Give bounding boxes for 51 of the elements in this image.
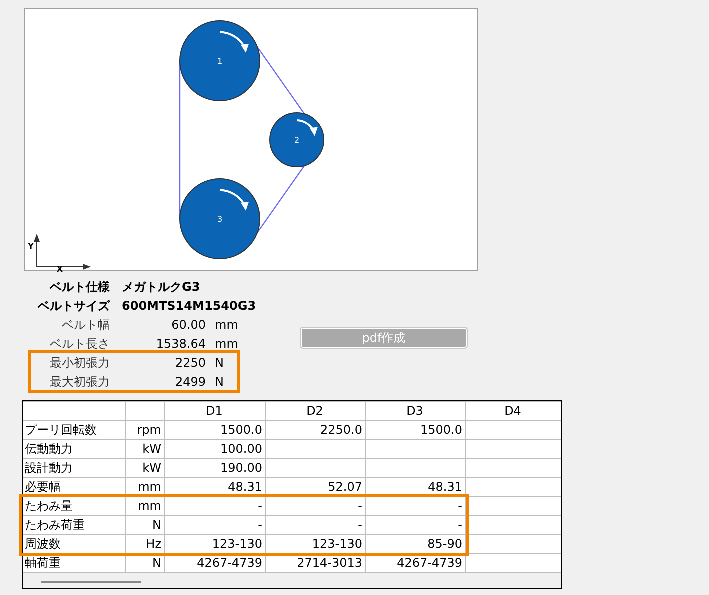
unit-label: mm bbox=[215, 316, 238, 334]
row-label: 必要幅 bbox=[23, 478, 125, 496]
spec-label: ベルト幅 bbox=[61, 316, 110, 334]
column-header: D2 bbox=[265, 402, 365, 420]
column-header: D4 bbox=[465, 402, 561, 420]
row-label: 設計動力 bbox=[23, 458, 125, 478]
table-cell: - bbox=[265, 516, 365, 534]
table-cell: 1500.0 bbox=[365, 420, 465, 440]
table-cell: 1500.0 bbox=[164, 420, 265, 440]
spec-label: 最大初張力 bbox=[49, 374, 110, 390]
row-label: 周波数 bbox=[23, 534, 125, 554]
row-label: プーリ回転数 bbox=[23, 420, 125, 440]
unit-label: N bbox=[215, 354, 224, 372]
spec-value: 2250 bbox=[174, 354, 206, 372]
pulley-number: 2 bbox=[294, 136, 300, 145]
spec-label: ベルトサイズ bbox=[36, 298, 110, 314]
unit-label: N bbox=[125, 516, 164, 534]
axis-label: Y bbox=[28, 242, 34, 251]
table-cell: - bbox=[164, 516, 265, 534]
pulley bbox=[270, 112, 324, 168]
spec-value: 1538.64 bbox=[155, 336, 206, 352]
unit-label: kW bbox=[125, 440, 164, 458]
unit-label: kW bbox=[125, 458, 164, 478]
unit-label: N bbox=[215, 374, 224, 390]
table-cell: - bbox=[365, 516, 465, 534]
pulley-number: 3 bbox=[217, 215, 223, 224]
row-label: 伝動動力 bbox=[23, 440, 125, 458]
table-cell: 190.00 bbox=[164, 458, 265, 478]
axis-label: X bbox=[56, 265, 64, 272]
row-label: たわみ荷重 bbox=[23, 516, 125, 534]
column-header: D1 bbox=[164, 402, 265, 420]
spec-label: 最小初張力 bbox=[49, 354, 110, 372]
table-cell: - bbox=[265, 496, 365, 516]
horizontal-scrollbar[interactable] bbox=[23, 573, 561, 588]
spec-label: ベルト仕様 bbox=[48, 278, 110, 296]
axes-icon bbox=[34, 234, 91, 270]
table-cell: 100.00 bbox=[164, 440, 265, 458]
spec-value: メガトルクG3 bbox=[122, 278, 200, 296]
pulley-number: 1 bbox=[217, 57, 223, 66]
unit-label: rpm bbox=[125, 420, 164, 440]
spec-value: 600MTS14M1540G3 bbox=[122, 298, 256, 314]
spec-label: ベルト長さ bbox=[49, 336, 110, 352]
unit-label: mm bbox=[215, 336, 238, 352]
unit-label: mm bbox=[125, 496, 164, 516]
table-cell: - bbox=[164, 496, 265, 516]
spec-value: 2499 bbox=[174, 374, 206, 390]
column-header: D3 bbox=[365, 402, 465, 420]
table-cell: - bbox=[365, 496, 465, 516]
spec-value: 60.00 bbox=[170, 316, 206, 334]
table-cell: 2250.0 bbox=[265, 420, 365, 440]
row-label: たわみ量 bbox=[23, 496, 125, 516]
